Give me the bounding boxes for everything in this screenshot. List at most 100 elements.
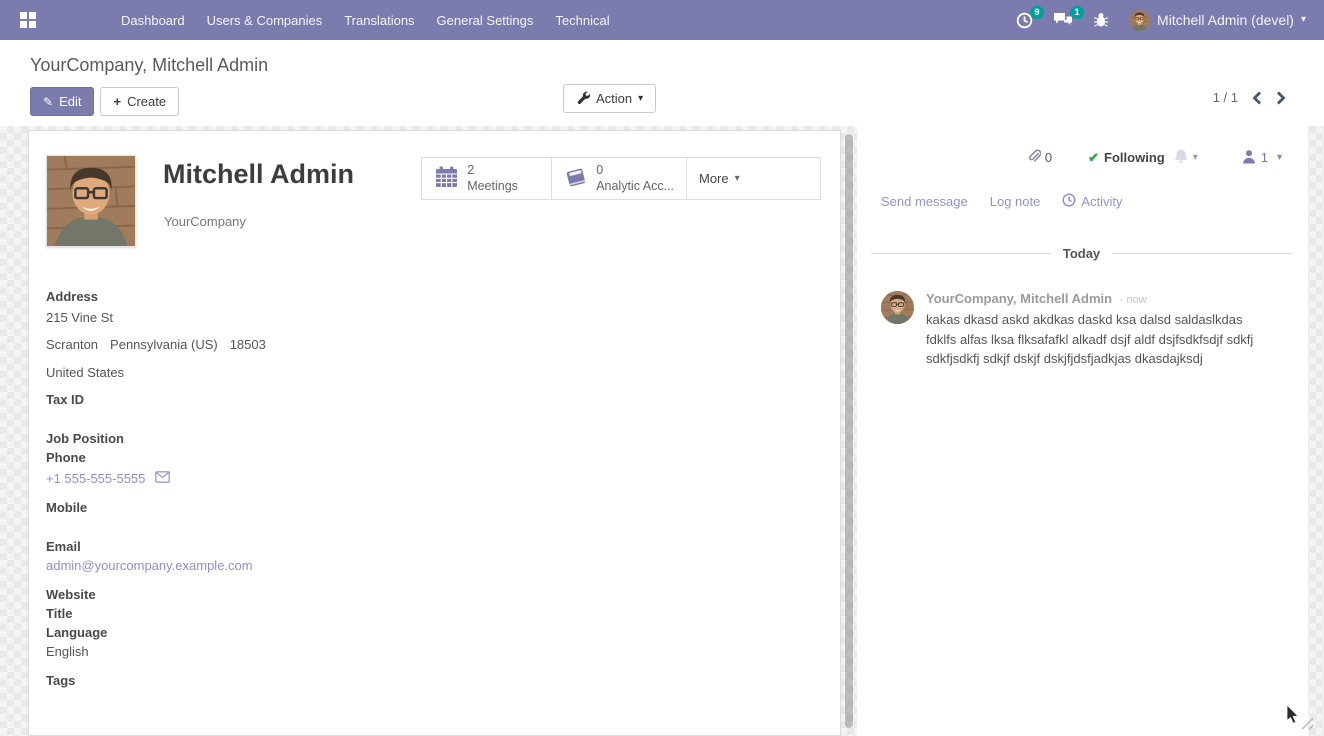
fields-column: Address 215 Vine St Scranton Pennsylvania… [46, 289, 466, 688]
more-label: More [699, 171, 729, 186]
wrench-icon [576, 90, 590, 107]
followers-button[interactable]: 1 ▾ [1242, 149, 1282, 167]
address-city-line: Scranton Pennsylvania (US) 18503 [46, 337, 466, 352]
apps-menu-icon[interactable] [8, 0, 48, 40]
chevron-down-icon: ▾ [1277, 153, 1282, 163]
user-menu[interactable]: Mitchell Admin (devel) ▾ [1129, 10, 1306, 31]
menu-item-translations[interactable]: Translations [333, 0, 425, 40]
message-timestamp: - now [1120, 294, 1147, 306]
mouse-cursor [1286, 705, 1300, 728]
partner-photo[interactable] [46, 155, 136, 247]
main-menu: Dashboard Users & Companies Translations… [110, 0, 621, 40]
menu-item-general-settings[interactable]: General Settings [426, 0, 545, 40]
plus-icon: + [113, 94, 121, 109]
edit-button[interactable]: ✎ Edit [30, 87, 94, 116]
pencil-icon: ✎ [43, 95, 53, 109]
meetings-label: Meetings [467, 179, 518, 195]
subscription-bell-button[interactable]: ▾ [1173, 148, 1198, 167]
action-button-label: Action [596, 91, 632, 106]
activity-clock-icon [1062, 193, 1076, 210]
check-icon: ✔ [1088, 150, 1099, 166]
phone-label: Phone [46, 450, 466, 465]
chatter-panel: 0 ✔ Following ▾ [857, 126, 1308, 736]
user-name: Mitchell Admin (devel) [1157, 12, 1294, 28]
pager: 1 / 1 [1213, 90, 1286, 105]
form-view-container: Mitchell Admin YourCompany [0, 126, 1324, 736]
activity-label: Activity [1081, 194, 1122, 209]
edit-button-label: Edit [59, 94, 81, 109]
pager-previous-icon[interactable] [1252, 91, 1262, 105]
date-divider: Today [871, 246, 1292, 261]
following-button[interactable]: ✔ Following [1088, 150, 1165, 166]
send-message-button[interactable]: Send message [881, 194, 968, 209]
activities-clock-icon[interactable]: 9 [1016, 12, 1033, 29]
menu-item-dashboard[interactable]: Dashboard [110, 0, 196, 40]
title-label: Title [46, 606, 466, 621]
phone-link[interactable]: +1 555-555-5555 [46, 471, 145, 486]
message-author[interactable]: YourCompany, Mitchell Admin [926, 291, 1112, 306]
calendar-icon [434, 165, 459, 192]
activities-badge: 9 [1030, 6, 1044, 19]
website-label: Website [46, 587, 466, 602]
partner-name: Mitchell Admin [163, 159, 354, 190]
address-zip: 18503 [230, 337, 266, 352]
meetings-stat-button[interactable]: 2 Meetings [422, 158, 552, 199]
following-label: Following [1104, 150, 1165, 165]
form-sheet: Mitchell Admin YourCompany [28, 130, 841, 736]
messages-chat-icon[interactable]: 1 [1053, 12, 1073, 28]
create-button[interactable]: + Create [100, 87, 179, 116]
address-country: United States [46, 365, 466, 380]
control-panel: YourCompany, Mitchell Admin ✎ Edit + Cre… [0, 40, 1324, 126]
language-value: English [46, 644, 466, 659]
analytic-count: 0 [596, 163, 674, 179]
followers-count: 1 [1261, 150, 1268, 165]
paperclip-icon [1027, 149, 1041, 167]
tags-label: Tags [46, 673, 466, 688]
partner-company-link[interactable]: YourCompany [164, 214, 246, 229]
pager-next-icon[interactable] [1276, 91, 1286, 105]
top-navbar: Dashboard Users & Companies Translations… [0, 0, 1324, 40]
email-label: Email [46, 539, 466, 554]
chevron-down-icon: ▾ [1193, 153, 1198, 163]
chevron-down-icon: ▾ [1301, 15, 1306, 25]
attachments-button[interactable]: 0 [1027, 149, 1052, 167]
systray: 9 1 Mitchell Admin (devel) ▾ [1016, 10, 1306, 31]
meetings-count: 2 [467, 163, 518, 179]
email-link[interactable]: admin@yourcompany.example.com [46, 558, 253, 573]
activity-button[interactable]: Activity [1062, 193, 1122, 210]
mobile-label: Mobile [46, 500, 466, 515]
debug-bug-icon[interactable] [1093, 12, 1109, 28]
pager-value: 1 / 1 [1213, 90, 1238, 105]
analytic-label: Analytic Acc... [596, 179, 674, 195]
person-icon [1242, 149, 1256, 167]
log-note-button[interactable]: Log note [990, 194, 1041, 209]
menu-item-users-companies[interactable]: Users & Companies [196, 0, 334, 40]
sms-envelope-icon[interactable] [155, 471, 170, 486]
analytic-accounts-stat-button[interactable]: 0 Analytic Acc... [552, 158, 687, 199]
address-city: Scranton [46, 337, 98, 352]
breadcrumb[interactable]: YourCompany, Mitchell Admin [30, 55, 268, 76]
date-divider-label: Today [1063, 246, 1100, 261]
menu-item-technical[interactable]: Technical [544, 0, 620, 40]
bell-icon [1173, 148, 1189, 167]
language-label: Language [46, 625, 466, 640]
chevron-down-icon: ▾ [735, 174, 740, 184]
user-avatar [1129, 10, 1150, 31]
stat-button-box: 2 Meetings [421, 157, 821, 200]
attachments-count: 0 [1045, 150, 1052, 165]
message-body: kakas dkasd askd akdkas daskd ksa dalsd … [926, 310, 1264, 369]
address-state: Pennsylvania (US) [110, 337, 218, 352]
tax-id-label: Tax ID [46, 392, 466, 407]
message-author-avatar [881, 291, 914, 324]
address-label: Address [46, 289, 466, 304]
sheet-scrollbar[interactable] [845, 134, 853, 728]
action-dropdown-button[interactable]: Action ▾ [563, 84, 656, 113]
more-dropdown-button[interactable]: More ▾ [687, 158, 820, 199]
messages-badge: 1 [1070, 6, 1084, 19]
job-position-label: Job Position [46, 431, 466, 446]
chevron-down-icon: ▾ [638, 94, 643, 104]
create-button-label: Create [127, 94, 166, 109]
chatter-message: YourCompany, Mitchell Admin - now kakas … [857, 261, 1308, 369]
book-icon [564, 166, 588, 192]
address-street: 215 Vine St [46, 310, 466, 325]
